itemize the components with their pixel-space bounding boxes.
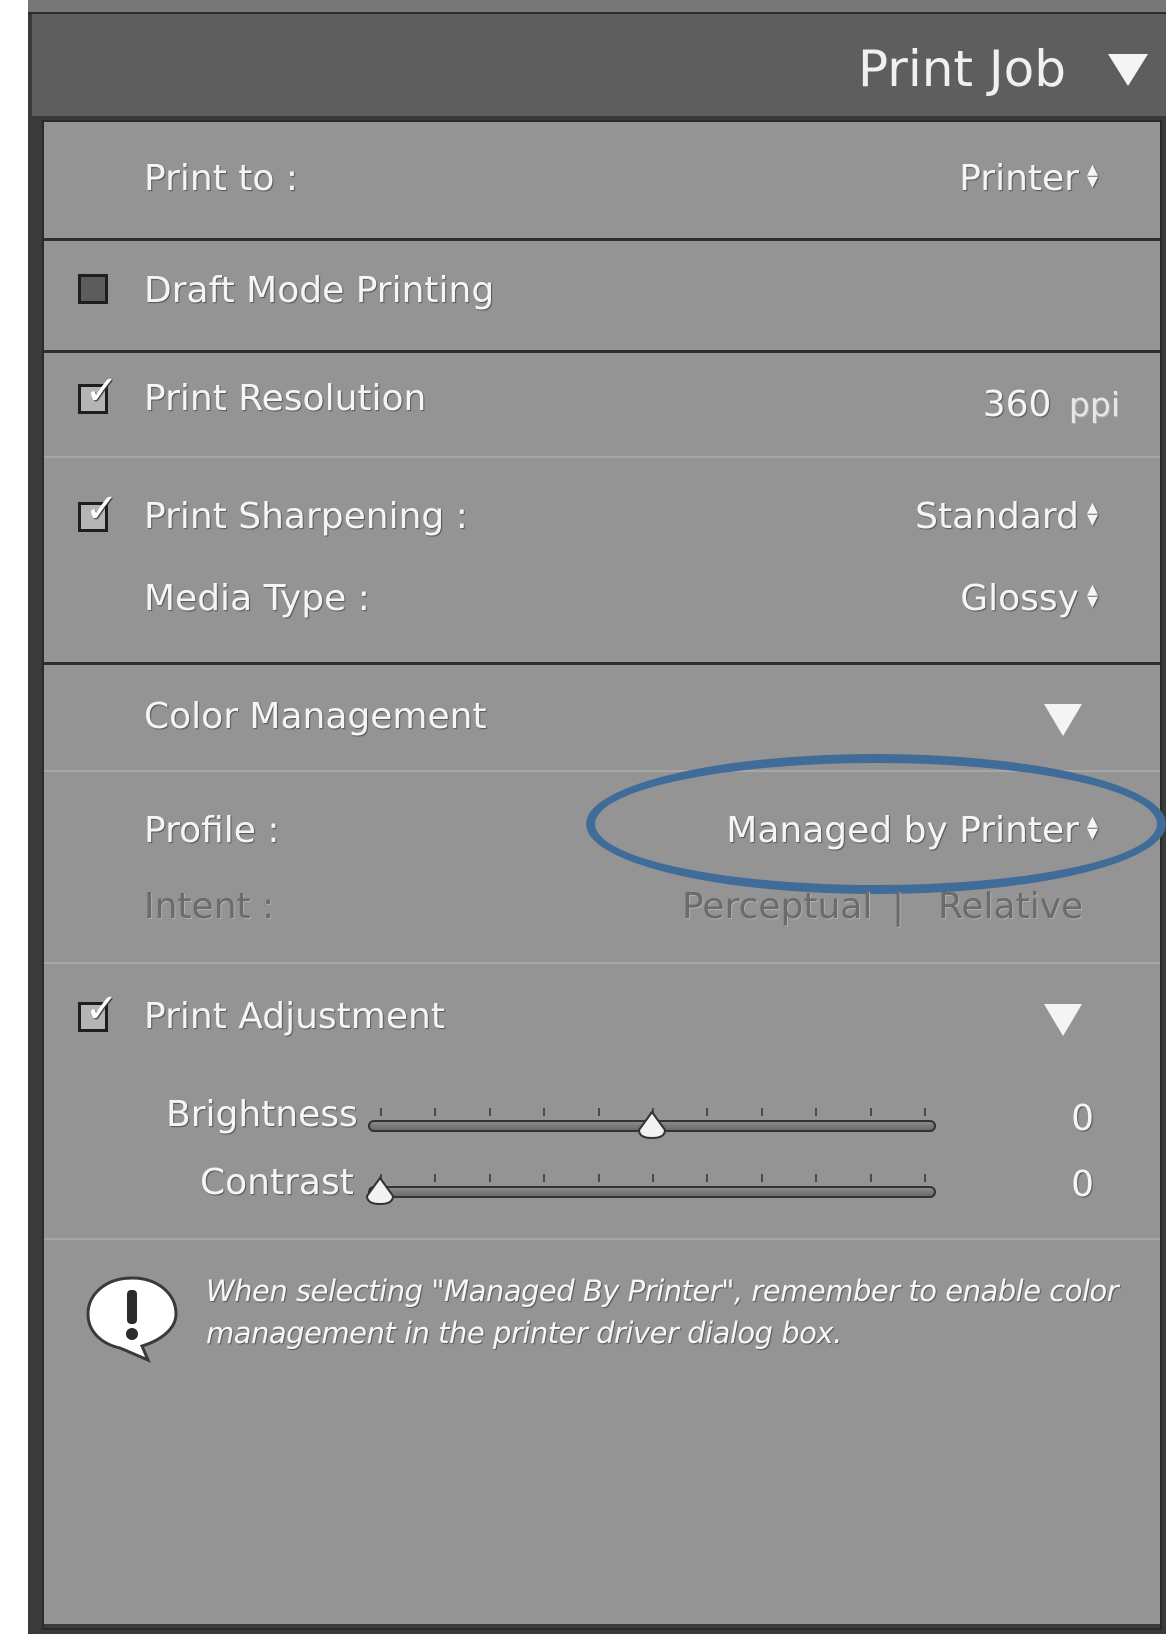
slider-tick — [488, 1174, 491, 1182]
slider-tick — [815, 1174, 818, 1182]
panel-bottom-border — [44, 1624, 1160, 1628]
checkmark-icon: ✓ — [85, 368, 119, 414]
print-sharpening-checkbox[interactable]: ✓ — [78, 489, 119, 532]
intent-perceptual-option[interactable]: Perceptual — [682, 886, 872, 927]
slider-tick — [652, 1174, 654, 1182]
print-adjustment-checkbox[interactable]: ✓ — [78, 989, 119, 1032]
note-line-2: management in the printer driver dialog … — [206, 1316, 842, 1350]
slider-tick — [434, 1108, 437, 1116]
panel-body: Print to : Printer ▴ ▾ Draft Mode Printing… — [42, 120, 1166, 1630]
section-divider — [44, 962, 1160, 964]
draft-mode-checkbox[interactable] — [78, 274, 108, 304]
resolution-unit: ppi — [1068, 385, 1120, 424]
slider-tick — [760, 1174, 763, 1182]
color-management-label: Color Management — [144, 696, 487, 737]
print-job-panel: Print Job Print to : Printer ▴ ▾ Draft Mod… — [28, 0, 1166, 1634]
contrast-slider[interactable] — [365, 1158, 936, 1218]
slider-tick — [924, 1108, 926, 1116]
print-sharpening-label: Print Sharpening : — [144, 496, 468, 537]
checkmark-icon: ✓ — [85, 986, 119, 1032]
slider-tick — [488, 1108, 491, 1116]
note-line-1: When selecting "Managed By Printer", rem… — [206, 1274, 1119, 1308]
up-down-arrows-icon: ▴ ▾ — [1086, 157, 1098, 194]
top-strip — [28, 0, 1166, 15]
up-down-arrows-icon: ▴ ▾ — [1086, 577, 1098, 614]
section-divider — [44, 662, 1160, 665]
section-divider — [44, 350, 1160, 353]
contrast-label: Contrast — [200, 1162, 354, 1203]
slider-tick — [543, 1108, 546, 1116]
section-divider — [44, 238, 1160, 241]
slider-tick — [434, 1174, 437, 1182]
checkmark-icon: ✓ — [85, 486, 119, 532]
slider-tick — [706, 1174, 709, 1182]
print-to-dropdown[interactable]: Printer ▴ ▾ — [959, 158, 1098, 199]
brightness-label: Brightness — [166, 1094, 358, 1135]
contrast-value[interactable]: 0 — [1071, 1164, 1094, 1205]
print-resolution-label: Print Resolution — [144, 378, 427, 419]
brightness-slider[interactable] — [368, 1092, 936, 1152]
slider-tick — [815, 1108, 818, 1116]
slider-tick — [924, 1174, 926, 1182]
slider-tick — [543, 1174, 546, 1182]
print-adjustment-label: Print Adjustment — [144, 996, 445, 1037]
contrast-slider-track[interactable] — [368, 1186, 936, 1198]
section-divider — [44, 1238, 1160, 1240]
print-sharpening-value: Standard — [915, 496, 1079, 537]
print-resolution-value[interactable]: 360 — [983, 384, 1052, 425]
media-type-label: Media Type : — [144, 578, 370, 619]
exclamation-speech-bubble-icon — [86, 1276, 178, 1363]
intent-label: Intent : — [144, 886, 275, 927]
brightness-value[interactable]: 0 — [1071, 1098, 1094, 1139]
slider-tick — [597, 1174, 600, 1182]
print-resolution-checkbox[interactable]: ✓ — [78, 371, 119, 414]
slider-tick — [380, 1108, 382, 1116]
intent-relative-option[interactable]: Relative — [938, 886, 1083, 927]
media-type-value: Glossy — [960, 578, 1079, 619]
panel-title: Print Job — [858, 40, 1066, 98]
section-divider — [44, 456, 1160, 458]
print-to-value: Printer — [959, 158, 1079, 199]
slider-tick — [597, 1108, 600, 1116]
intent-separator: | — [892, 886, 905, 927]
slider-tick — [760, 1108, 763, 1116]
profile-value: Managed by Printer — [726, 810, 1079, 851]
profile-dropdown[interactable]: Managed by Printer ▴ ▾ — [726, 810, 1098, 851]
draft-mode-label: Draft Mode Printing — [144, 270, 495, 311]
expand-triangle-icon[interactable] — [1044, 704, 1082, 736]
print-sharpening-dropdown[interactable]: Standard ▴ ▾ — [915, 496, 1098, 537]
media-type-dropdown[interactable]: Glossy ▴ ▾ — [960, 578, 1098, 619]
contrast-slider-thumb[interactable] — [363, 1176, 397, 1206]
profile-label: Profile : — [144, 810, 280, 851]
brightness-slider-thumb[interactable] — [635, 1110, 669, 1140]
print-resolution-field[interactable]: 360 ppi — [983, 384, 1120, 425]
print-to-label: Print to : — [144, 158, 298, 199]
slider-tick — [869, 1108, 872, 1116]
collapse-triangle-icon[interactable] — [1108, 54, 1148, 86]
up-down-arrows-icon: ▴ ▾ — [1086, 495, 1098, 532]
slider-tick — [869, 1174, 872, 1182]
note-text: When selecting "Managed By Printer", rem… — [206, 1270, 1119, 1354]
panel-header[interactable]: Print Job — [32, 14, 1166, 116]
slider-tick — [706, 1108, 709, 1116]
up-down-arrows-icon: ▴ ▾ — [1086, 809, 1098, 846]
expand-triangle-icon[interactable] — [1044, 1004, 1082, 1036]
